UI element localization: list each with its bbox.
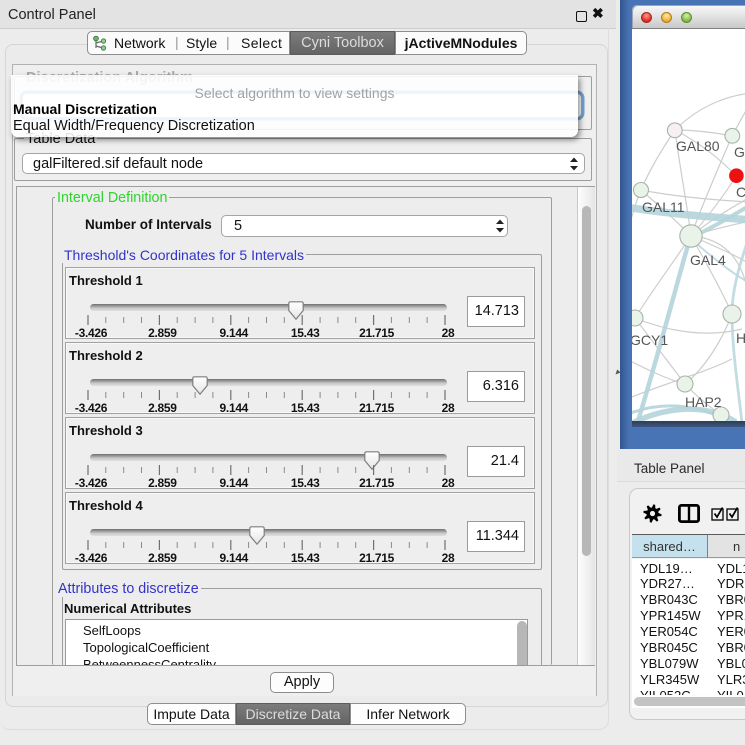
svg-text:GAL11: GAL11 xyxy=(642,199,685,215)
svg-text:GAL4: GAL4 xyxy=(690,252,726,268)
svg-text:C: C xyxy=(736,184,745,200)
svg-text:GAL80: GAL80 xyxy=(676,138,720,154)
svg-text:GCY1: GCY1 xyxy=(632,332,668,348)
svg-text:H: H xyxy=(736,330,745,346)
svg-text:HAP2: HAP2 xyxy=(685,394,722,410)
svg-text:G.: G. xyxy=(734,144,745,160)
